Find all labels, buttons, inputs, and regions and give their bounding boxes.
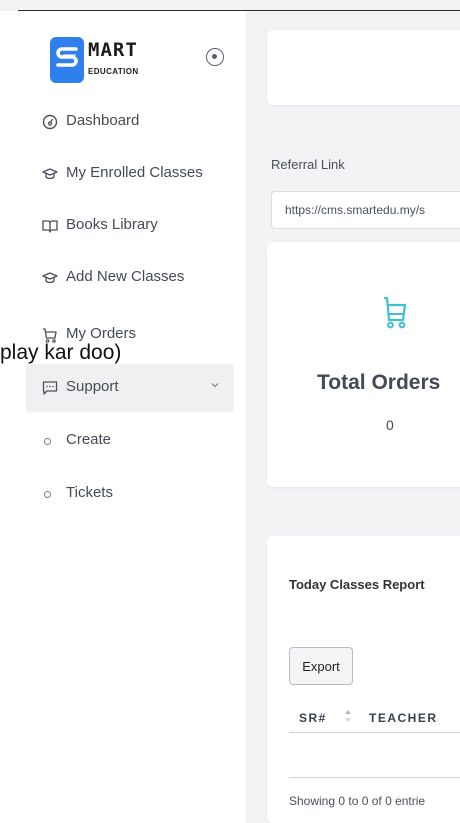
main-content: Referral Link https://cms.smartedu.my/s …	[247, 11, 460, 823]
book-icon	[42, 220, 58, 233]
sidebar-item-create[interactable]: Create	[0, 421, 246, 461]
sidebar-item-label: My Orders	[66, 325, 137, 342]
sidebar-item-support[interactable]: Support	[0, 368, 246, 408]
circle-bullet-icon	[44, 491, 51, 498]
sidebar-item-dashboard[interactable]: Dashboard	[0, 102, 246, 142]
referral-link-field[interactable]: https://cms.smartedu.my/s	[271, 191, 460, 229]
sidebar-item-label: Dashboard	[66, 112, 140, 129]
sidebar-item-add-new-classes[interactable]: Add New Classes	[0, 258, 246, 298]
sort-icon[interactable]	[344, 708, 352, 724]
sidebar-item-label: Support	[66, 378, 119, 395]
export-button[interactable]: Export	[289, 647, 353, 685]
report-title: Today Classes Report	[289, 577, 425, 592]
sidebar-item-label: Add New Classes	[66, 268, 185, 285]
sidebar-item-label: Books Library	[66, 216, 158, 233]
referral-link-value: https://cms.smartedu.my/s	[285, 203, 426, 217]
column-header-teacher[interactable]: TEACHER	[369, 711, 438, 725]
overlay-caption: play kar doo)	[0, 341, 122, 364]
chevron-down-icon[interactable]	[211, 381, 219, 389]
sidebar-toggle-icon[interactable]	[206, 48, 224, 66]
total-orders-value: 0	[386, 417, 394, 433]
table-header-divider	[289, 732, 460, 733]
referral-label: Referral Link	[271, 157, 345, 172]
header-card	[267, 30, 460, 105]
app-logo[interactable]: MART EDUCATION	[50, 37, 162, 85]
sidebar-item-enrolled-classes[interactable]: My Enrolled Classes	[0, 154, 246, 194]
table-footer-divider	[289, 777, 460, 778]
table-info-text: Showing 0 to 0 of 0 entrie	[289, 794, 426, 808]
logo-badge	[50, 37, 84, 83]
sidebar-item-tickets[interactable]: Tickets	[0, 474, 246, 514]
graduation-cap-icon	[42, 272, 58, 284]
sidebar-item-books-library[interactable]: Books Library	[0, 206, 246, 246]
chat-icon	[42, 381, 58, 395]
cart-icon	[384, 296, 407, 329]
graduation-cap-icon	[42, 168, 58, 180]
logo-s-icon	[56, 47, 78, 67]
sidebar-item-label: Create	[66, 431, 112, 448]
column-header-sr[interactable]: SR#	[299, 711, 327, 725]
circle-bullet-icon	[44, 438, 51, 445]
sidebar-item-label: Tickets	[66, 484, 113, 501]
sidebar-item-label: My Enrolled Classes	[66, 164, 203, 181]
dashboard-icon	[42, 114, 58, 130]
total-orders-card	[267, 242, 460, 487]
total-orders-title: Total Orders	[317, 371, 441, 394]
logo-title: MART	[88, 39, 138, 61]
logo-subtitle: EDUCATION	[88, 67, 139, 76]
